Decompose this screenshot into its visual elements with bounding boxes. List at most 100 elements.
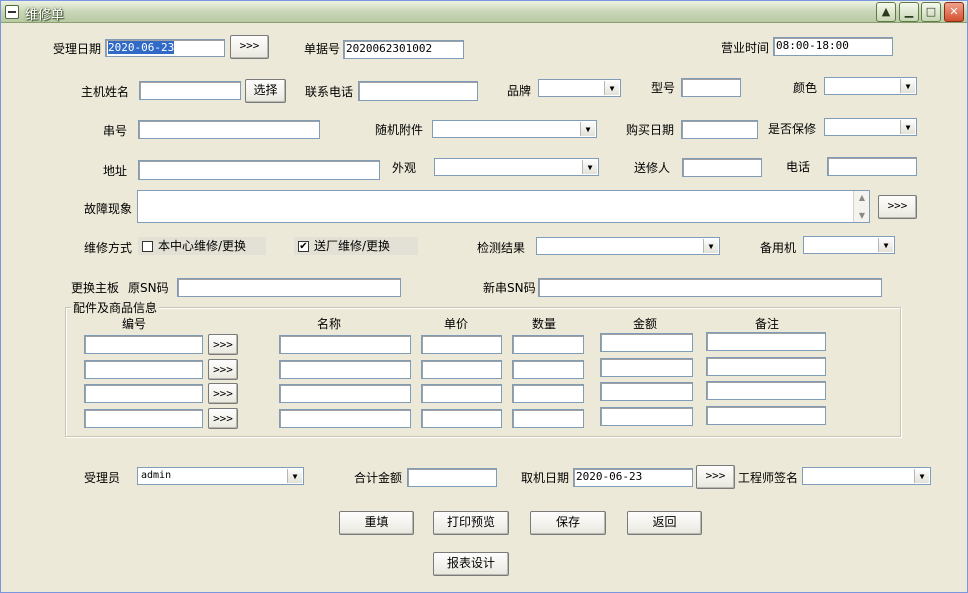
- minimize-button[interactable]: ▁: [899, 2, 919, 22]
- receiver-label: 受理员: [84, 471, 121, 485]
- part-price-input[interactable]: [421, 409, 502, 428]
- part-remark-input[interactable]: [706, 332, 826, 351]
- part-lookup-button[interactable]: >>>: [208, 334, 238, 355]
- part-name-input[interactable]: [279, 335, 411, 354]
- sender-label: 送修人: [634, 161, 671, 175]
- part-remark-input[interactable]: [706, 381, 826, 400]
- part-amount-input[interactable]: [600, 382, 693, 401]
- repair-center-checkbox[interactable]: 本中心维修/更换: [138, 237, 266, 255]
- new-sn-label: 新串SN码: [483, 281, 536, 295]
- scroll-up-icon[interactable]: ▲: [854, 193, 870, 202]
- help-button[interactable]: ▲: [876, 2, 896, 22]
- warranty-label: 是否保修: [768, 122, 817, 136]
- system-menu-icon[interactable]: [5, 5, 19, 19]
- chevron-down-icon[interactable]: ▼: [914, 469, 929, 483]
- purchase-date-input[interactable]: [681, 120, 758, 139]
- chevron-down-icon[interactable]: ▼: [878, 238, 893, 252]
- check-icon[interactable]: ✔: [298, 241, 309, 252]
- sender-input[interactable]: [682, 158, 762, 177]
- receiver-select[interactable]: admin ▼: [137, 467, 304, 485]
- tel-input[interactable]: [827, 157, 917, 176]
- doc-no-input[interactable]: 2020062301002: [343, 40, 464, 59]
- part-amount-input[interactable]: [600, 358, 693, 377]
- part-qty-input[interactable]: [512, 409, 584, 428]
- business-hours-input[interactable]: 08:00-18:00: [773, 37, 893, 56]
- save-button[interactable]: 保存: [530, 511, 606, 535]
- part-code-input[interactable]: [84, 360, 203, 379]
- accept-date-value: 2020-06-23: [108, 41, 175, 54]
- part-code-input[interactable]: [84, 335, 203, 354]
- model-input[interactable]: [681, 78, 741, 97]
- appearance-select[interactable]: ▼: [434, 158, 599, 176]
- part-lookup-button[interactable]: >>>: [208, 383, 238, 404]
- checkbox-box[interactable]: [142, 241, 153, 252]
- accessory-select[interactable]: ▼: [432, 120, 597, 138]
- fault-textarea[interactable]: ▲ ▼: [137, 190, 870, 223]
- scroll-down-icon[interactable]: ▼: [854, 211, 870, 220]
- accept-date-picker-button[interactable]: >>>: [230, 35, 269, 59]
- part-price-input[interactable]: [421, 384, 502, 403]
- parts-header-amount: 金额: [632, 317, 657, 331]
- new-sn-input[interactable]: [538, 278, 882, 297]
- chevron-down-icon[interactable]: ▼: [900, 120, 915, 134]
- accept-date-input[interactable]: 2020-06-23: [105, 39, 225, 57]
- pickup-date-picker-button[interactable]: >>>: [696, 465, 735, 489]
- purchase-date-label: 购买日期: [626, 123, 675, 137]
- reset-button[interactable]: 重填: [339, 511, 414, 535]
- part-remark-input[interactable]: [706, 357, 826, 376]
- part-code-input[interactable]: [84, 384, 203, 403]
- part-qty-input[interactable]: [512, 360, 584, 379]
- backup-label: 备用机: [760, 241, 797, 255]
- part-amount-input[interactable]: [600, 407, 693, 426]
- doc-no-label: 单据号: [304, 42, 341, 56]
- select-host-button[interactable]: 选择: [245, 79, 286, 103]
- serial-input[interactable]: [138, 120, 320, 139]
- part-lookup-button[interactable]: >>>: [208, 359, 238, 380]
- host-name-input[interactable]: [139, 81, 241, 100]
- parts-header-name: 名称: [316, 317, 341, 331]
- part-amount-input[interactable]: [600, 333, 693, 352]
- test-result-select[interactable]: ▼: [536, 237, 720, 255]
- total-label: 合计金额: [354, 471, 403, 485]
- chevron-down-icon[interactable]: ▼: [900, 79, 915, 93]
- engineer-select[interactable]: ▼: [802, 467, 931, 485]
- report-design-button[interactable]: 报表设计: [433, 552, 509, 576]
- brand-select[interactable]: ▼: [538, 79, 621, 97]
- parts-group-title: 配件及商品信息: [71, 301, 160, 315]
- chevron-down-icon[interactable]: ▼: [580, 122, 595, 136]
- warranty-select[interactable]: ▼: [824, 118, 917, 136]
- fault-more-button[interactable]: >>>: [878, 195, 917, 219]
- part-code-input[interactable]: [84, 409, 203, 428]
- tel-label: 电话: [786, 160, 811, 174]
- repair-order-window: 维修单 ▲ ▁ □ ✕ 受理日期 2020-06-23 >>> 单据号 2020…: [0, 0, 968, 593]
- repair-center-label: 本中心维修/更换: [158, 239, 247, 253]
- address-input[interactable]: [138, 160, 380, 180]
- close-button[interactable]: ✕: [944, 2, 964, 22]
- part-name-input[interactable]: [279, 409, 411, 428]
- total-input[interactable]: [407, 468, 497, 487]
- part-price-input[interactable]: [421, 360, 502, 379]
- phone-input[interactable]: [358, 81, 478, 101]
- print-preview-button[interactable]: 打印预览: [433, 511, 509, 535]
- backup-select[interactable]: ▼: [803, 236, 895, 254]
- chevron-down-icon[interactable]: ▼: [287, 469, 302, 483]
- chevron-down-icon[interactable]: ▼: [703, 239, 718, 253]
- part-price-input[interactable]: [421, 335, 502, 354]
- title-bar[interactable]: 维修单 ▲ ▁ □ ✕: [1, 1, 967, 23]
- chevron-down-icon[interactable]: ▼: [582, 160, 597, 174]
- repair-factory-checkbox[interactable]: ✔ 送厂维修/更换: [294, 237, 418, 255]
- part-qty-input[interactable]: [512, 384, 584, 403]
- part-lookup-button[interactable]: >>>: [208, 408, 238, 429]
- part-remark-input[interactable]: [706, 406, 826, 425]
- color-select[interactable]: ▼: [824, 77, 917, 95]
- chevron-down-icon[interactable]: ▼: [604, 81, 619, 95]
- color-label: 颜色: [793, 81, 818, 95]
- pickup-date-input[interactable]: 2020-06-23: [573, 468, 693, 487]
- maximize-button[interactable]: □: [921, 2, 941, 22]
- back-button[interactable]: 返回: [627, 511, 702, 535]
- fault-scrollbar[interactable]: ▲ ▼: [853, 191, 869, 222]
- part-name-input[interactable]: [279, 360, 411, 379]
- part-qty-input[interactable]: [512, 335, 584, 354]
- part-name-input[interactable]: [279, 384, 411, 403]
- orig-sn-input[interactable]: [177, 278, 401, 297]
